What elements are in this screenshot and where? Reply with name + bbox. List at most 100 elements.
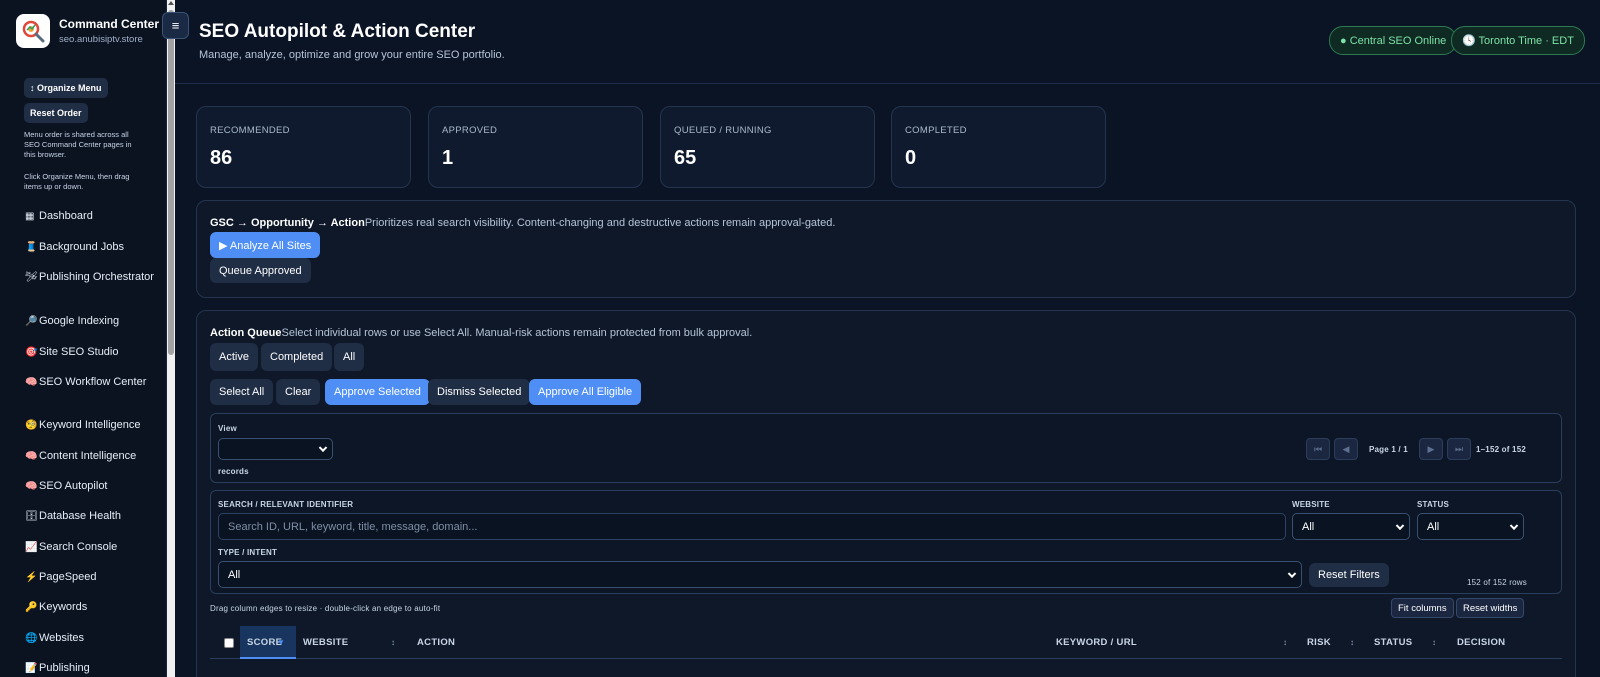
search-input[interactable]: Search ID, URL, keyword, title, message,… bbox=[218, 513, 1286, 540]
approve-selected-button[interactable]: Approve Selected bbox=[325, 379, 430, 405]
prev-page-icon[interactable]: ◀ bbox=[1334, 438, 1358, 460]
website-filter-label: WEBSITE bbox=[1292, 500, 1330, 509]
sidebar-item-dashboard[interactable]: ▦ Dashboard bbox=[25, 210, 155, 223]
chevron-down-icon bbox=[1395, 521, 1405, 530]
view-label: View bbox=[218, 424, 237, 433]
sidebar-item-label: Websites bbox=[39, 632, 85, 644]
search-placeholder: Search ID, URL, keyword, title, message,… bbox=[228, 520, 478, 533]
first-page-icon[interactable]: ⏮ bbox=[1306, 438, 1330, 460]
last-page-icon[interactable]: ⏭ bbox=[1447, 438, 1471, 460]
reset-filters-button[interactable]: Reset Filters bbox=[1309, 563, 1389, 587]
stat-value: 65 bbox=[674, 147, 697, 169]
sidebar-item-label: Keywords bbox=[39, 601, 88, 613]
scrollbar-thumb[interactable] bbox=[168, 10, 174, 355]
stat-card-recommended: RECOMMENDED 86 bbox=[196, 106, 411, 188]
sort-icon[interactable]: ↕ bbox=[1432, 638, 1436, 647]
sidebar-item-google-indexing[interactable]: 🔎 Google Indexing bbox=[25, 315, 155, 328]
dismiss-selected-button[interactable]: Dismiss Selected bbox=[428, 379, 531, 405]
magnifier-icon: 🔎 bbox=[25, 316, 38, 327]
time-badge: 🕓 Toronto Time · EDT bbox=[1451, 26, 1585, 55]
sort-icon[interactable]: ↕ bbox=[1350, 638, 1354, 647]
records-range: 1–152 of 152 bbox=[1476, 445, 1526, 454]
organize-hint-note: Click Organize Menu, then drag items up … bbox=[24, 172, 130, 191]
tab-all[interactable]: All bbox=[334, 343, 365, 371]
filters-box: SEARCH / RELEVANT IDENTIFIER Search ID, … bbox=[210, 490, 1562, 594]
decision-column-label[interactable]: DECISION bbox=[1457, 637, 1505, 648]
sidebar-item-websites[interactable]: 🌐 Websites bbox=[25, 632, 155, 645]
view-select[interactable] bbox=[218, 438, 333, 460]
action-column-label[interactable]: ACTION bbox=[417, 637, 455, 648]
stat-value: 1 bbox=[442, 147, 454, 169]
sidebar-item-search-console[interactable]: 📈 Search Console bbox=[25, 541, 155, 554]
target-icon: 🎯 bbox=[25, 347, 38, 358]
page-subtitle: Manage, analyze, optimize and grow your … bbox=[199, 49, 505, 61]
sidebar-item-keywords[interactable]: 🔑 Keywords bbox=[25, 601, 155, 614]
queue-approved-button[interactable]: Queue Approved bbox=[210, 258, 311, 283]
sidebar-item-keyword-intelligence[interactable]: 🧐 Keyword Intelligence bbox=[25, 419, 155, 432]
brand[interactable]: Command Center seo.anubisiptv.store bbox=[16, 14, 159, 48]
sidebar: Command Center seo.anubisiptv.store ↕ Or… bbox=[0, 0, 167, 677]
stat-label: QUEUED / RUNNING bbox=[674, 125, 772, 136]
stat-label: COMPLETED bbox=[905, 125, 967, 136]
sidebar-item-pagespeed[interactable]: ⚡ PageSpeed bbox=[25, 571, 155, 584]
tab-completed[interactable]: Completed bbox=[261, 343, 333, 371]
row-count: 152 of 152 rows bbox=[1467, 578, 1527, 587]
approve-all-eligible-button[interactable]: Approve All Eligible bbox=[529, 379, 642, 405]
action-queue-header: Action QueueSelect individual rows or us… bbox=[210, 327, 752, 339]
fit-columns-button[interactable]: Fit columns bbox=[1391, 598, 1454, 618]
brain-icon: 🧠 bbox=[25, 377, 38, 388]
sidebar-item-database-health[interactable]: 🗄 Database Health bbox=[25, 510, 155, 523]
thread-icon: 🧵 bbox=[25, 242, 38, 253]
gsc-panel-header: GSC → Opportunity → ActionPrioritizes re… bbox=[210, 217, 835, 229]
tab-active[interactable]: Active bbox=[210, 343, 258, 371]
table-header: SCORE ▼ WEBSITE ↕ ACTION KEYWORD / URL ↕… bbox=[210, 626, 1562, 659]
scroll-up-arrow-icon[interactable] bbox=[168, 1, 174, 5]
sidebar-item-content-intelligence[interactable]: 🧠 Content Intelligence bbox=[25, 450, 155, 463]
sidebar-item-label: Search Console bbox=[39, 541, 118, 553]
sidebar-item-label: Site SEO Studio bbox=[39, 346, 119, 358]
organize-menu-button[interactable]: ↕ Organize Menu bbox=[24, 78, 108, 98]
type-filter-select[interactable]: All bbox=[218, 561, 1302, 588]
keyword-url-column-label[interactable]: KEYWORD / URL bbox=[1056, 637, 1137, 648]
menu-toggle-button[interactable]: ≡ bbox=[162, 12, 189, 39]
brain-icon: 🧠 bbox=[25, 451, 38, 462]
brain-icon: 🧠 bbox=[25, 481, 38, 492]
sort-icon[interactable]: ↕ bbox=[391, 638, 395, 647]
sidebar-item-label: PageSpeed bbox=[39, 571, 97, 583]
next-page-icon[interactable]: ▶ bbox=[1419, 438, 1443, 460]
reset-order-button[interactable]: Reset Order bbox=[24, 103, 88, 123]
action-queue-description: Select individual rows or use Select All… bbox=[281, 327, 753, 339]
analyze-all-sites-button[interactable]: ▶ Analyze All Sites bbox=[210, 232, 321, 258]
records-label: records bbox=[218, 467, 249, 476]
status-column-label[interactable]: STATUS bbox=[1374, 637, 1412, 648]
sidebar-item-label: SEO Autopilot bbox=[39, 480, 108, 492]
sidebar-item-publishing[interactable]: 📝 Publishing bbox=[25, 662, 155, 675]
sidebar-scrollbar[interactable] bbox=[167, 0, 175, 677]
reset-widths-button[interactable]: Reset widths bbox=[1456, 598, 1525, 618]
status-filter-select[interactable]: All bbox=[1417, 513, 1524, 540]
type-filter-label: TYPE / INTENT bbox=[218, 548, 278, 557]
sidebar-item-site-seo-studio[interactable]: 🎯 Site SEO Studio bbox=[25, 346, 155, 359]
sidebar-item-publishing-orchestrator[interactable]: 🛩 Publishing Orchestrator bbox=[25, 271, 155, 284]
risk-column-label[interactable]: RISK bbox=[1307, 637, 1331, 648]
chevron-down-icon bbox=[318, 443, 328, 453]
sidebar-item-seo-autopilot[interactable]: 🧠 SEO Autopilot bbox=[25, 480, 155, 493]
page-indicator: Page 1 / 1 bbox=[1369, 445, 1408, 454]
plane-icon: 🛩 bbox=[25, 272, 38, 283]
gsc-panel-description: Prioritizes real search visibility. Cont… bbox=[364, 217, 836, 229]
sidebar-item-label: Publishing bbox=[39, 662, 90, 674]
select-all-checkbox[interactable] bbox=[224, 638, 234, 648]
database-icon: 🗄 bbox=[25, 511, 38, 522]
sort-icon[interactable]: ↕ bbox=[1283, 638, 1287, 647]
clear-button[interactable]: Clear bbox=[276, 379, 321, 405]
website-column-label[interactable]: WEBSITE bbox=[303, 637, 348, 648]
website-filter-select[interactable]: All bbox=[1292, 513, 1410, 540]
sort-icon[interactable]: ↕ bbox=[1502, 638, 1506, 647]
stat-value: 86 bbox=[210, 147, 233, 169]
score-column-header[interactable]: SCORE ▼ bbox=[240, 626, 296, 659]
sidebar-item-background-jobs[interactable]: 🧵 Background Jobs bbox=[25, 241, 155, 254]
sidebar-item-label: SEO Workflow Center bbox=[39, 376, 147, 388]
sidebar-item-seo-workflow-center[interactable]: 🧠 SEO Workflow Center bbox=[25, 376, 155, 389]
status-badge: ● Central SEO Online bbox=[1329, 26, 1458, 55]
select-all-button[interactable]: Select All bbox=[210, 379, 274, 405]
